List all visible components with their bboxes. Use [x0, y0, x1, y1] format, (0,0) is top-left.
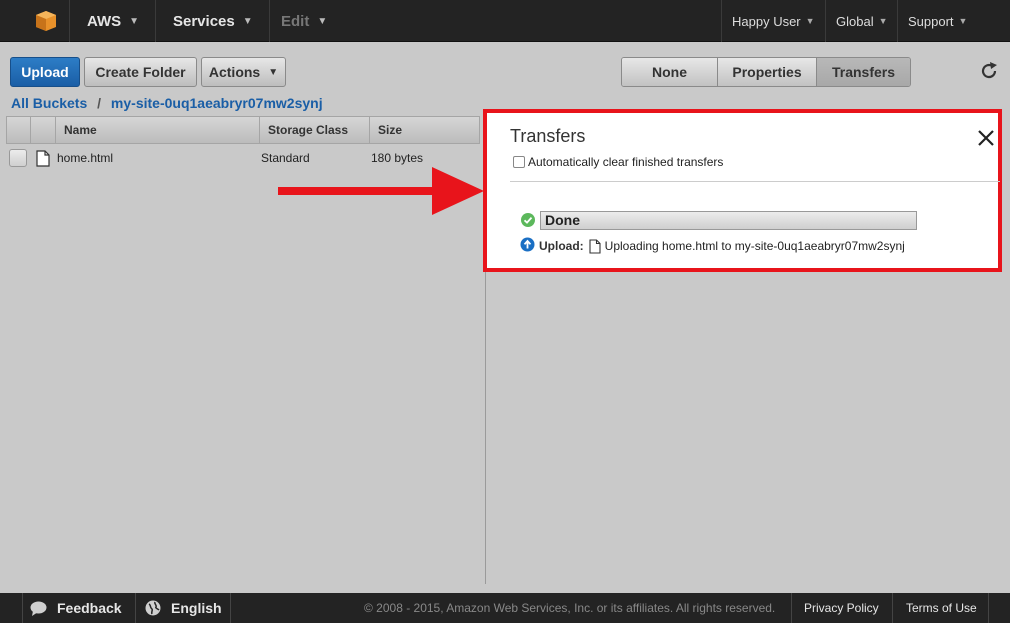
icon-column: [31, 117, 56, 143]
breadcrumb-separator: /: [97, 95, 102, 111]
tab-none[interactable]: None: [622, 58, 718, 86]
chevron-down-icon: ▼: [878, 16, 888, 26]
copyright-text: © 2008 - 2015, Amazon Web Services, Inc.…: [364, 601, 776, 615]
transfer-progress-bar: Done: [540, 211, 917, 230]
breadcrumb: All Buckets / my-site-0uq1aeabryr07mw2sy…: [11, 95, 323, 111]
divider: [510, 181, 1000, 182]
language-selector[interactable]: English: [145, 593, 222, 623]
transfer-item: Upload: Uploading home.html to my-site-0…: [520, 237, 905, 255]
auto-clear-checkbox[interactable]: [513, 156, 525, 168]
transfer-status: Done: [545, 212, 580, 228]
terms-of-use-link[interactable]: Terms of Use: [906, 593, 977, 623]
services-menu[interactable]: Services ▼: [157, 0, 270, 42]
user-menu[interactable]: Happy User ▼: [721, 0, 825, 42]
file-icon: [589, 238, 601, 254]
globe-icon: [145, 600, 161, 616]
support-menu[interactable]: Support ▼: [897, 0, 977, 42]
aws-menu-label: AWS: [87, 12, 122, 30]
feedback-label: Feedback: [57, 600, 122, 616]
services-menu-label: Services: [173, 12, 235, 30]
region-menu[interactable]: Global ▼: [825, 0, 898, 42]
create-folder-button[interactable]: Create Folder: [84, 57, 197, 87]
actions-button[interactable]: Actions ▼: [201, 57, 286, 87]
speech-bubble-icon: [30, 601, 47, 616]
support-menu-label: Support: [908, 13, 954, 29]
row-storage-class: Standard: [261, 151, 310, 165]
upload-arrow-icon: [520, 237, 535, 255]
row-checkbox[interactable]: [9, 149, 27, 167]
edit-menu[interactable]: Edit ▼: [265, 0, 343, 42]
upload-button[interactable]: Upload: [10, 57, 80, 87]
chevron-down-icon: ▼: [317, 15, 328, 27]
check-circle-icon: [520, 212, 536, 228]
file-icon: [30, 149, 55, 167]
refresh-icon[interactable]: [978, 60, 1000, 82]
objects-table: Name Storage Class Size home.html Standa…: [6, 116, 480, 172]
column-size[interactable]: Size: [370, 117, 479, 143]
chevron-down-icon: ▼: [958, 16, 968, 26]
select-all-column[interactable]: [7, 117, 31, 143]
red-arrow-annotation: [276, 165, 486, 217]
row-size: 180 bytes: [371, 151, 424, 165]
table-header: Name Storage Class Size: [6, 116, 480, 144]
auto-clear-option[interactable]: Automatically clear finished transfers: [513, 155, 723, 169]
privacy-policy-link[interactable]: Privacy Policy: [804, 593, 879, 623]
upload-description: Uploading home.html to my-site-0uq1aeabr…: [604, 239, 905, 253]
user-menu-label: Happy User: [732, 13, 801, 29]
edit-menu-label: Edit: [281, 12, 310, 30]
tab-transfers[interactable]: Transfers: [817, 58, 910, 86]
chevron-down-icon: ▼: [805, 16, 815, 26]
footer: Feedback English © 2008 - 2015, Amazon W…: [0, 593, 1010, 623]
actions-button-label: Actions: [208, 64, 261, 80]
chevron-down-icon: ▼: [242, 15, 253, 27]
column-name[interactable]: Name: [56, 117, 260, 143]
close-icon[interactable]: [975, 127, 997, 149]
view-selector: None Properties Transfers: [621, 57, 911, 87]
breadcrumb-bucket[interactable]: my-site-0uq1aeabryr07mw2synj: [111, 95, 323, 111]
aws-cube-logo-icon[interactable]: [22, 0, 70, 42]
create-folder-button-label: Create Folder: [95, 64, 186, 80]
chevron-down-icon: ▼: [129, 15, 140, 27]
tab-properties[interactable]: Properties: [718, 58, 817, 86]
feedback-link[interactable]: Feedback: [30, 593, 122, 623]
transfers-panel-title: Transfers: [510, 126, 586, 146]
top-navigation-bar: AWS ▼ Services ▼ Edit ▼ Happy User ▼ Glo…: [0, 0, 1010, 42]
language-label: English: [171, 600, 222, 616]
row-name[interactable]: home.html: [55, 151, 259, 165]
transfers-panel: Transfers Automatically clear finished t…: [483, 109, 1002, 272]
chevron-down-icon: ▼: [268, 66, 279, 78]
breadcrumb-all-buckets[interactable]: All Buckets: [11, 95, 87, 111]
upload-label: Upload:: [539, 239, 584, 253]
aws-menu[interactable]: AWS ▼: [71, 0, 157, 42]
auto-clear-label: Automatically clear finished transfers: [528, 155, 724, 169]
upload-button-label: Upload: [21, 64, 69, 80]
column-storage-class[interactable]: Storage Class: [260, 117, 370, 143]
region-menu-label: Global: [836, 13, 874, 29]
